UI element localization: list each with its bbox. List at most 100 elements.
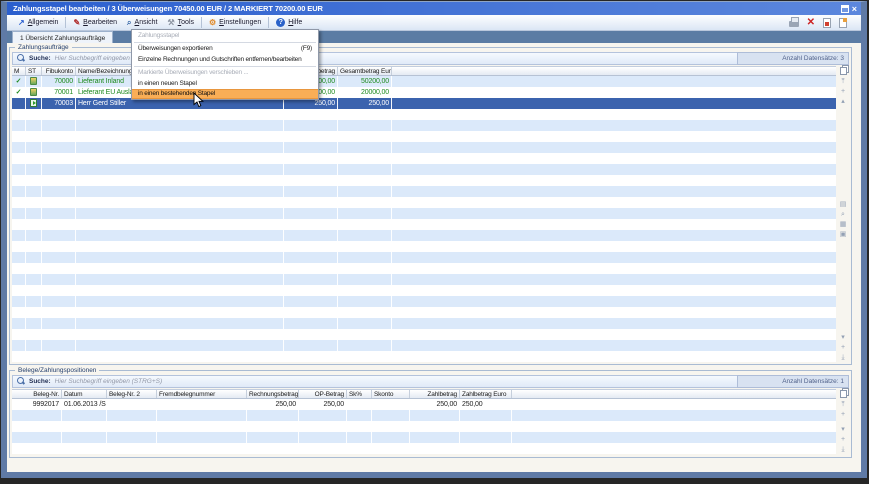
table-cell [62,443,107,454]
table-cell [392,153,836,164]
down-icon[interactable]: ▾ [841,425,845,435]
menubar-item-bearbeiten[interactable]: ✎Bearbeiten [68,18,122,28]
column-header-OP-Betrag[interactable]: OP-Betrag [299,390,347,398]
table-cell [12,164,26,175]
up-icon[interactable]: ▴ [841,97,845,107]
search-icon [17,54,26,63]
new-document-icon[interactable] [839,18,847,28]
column-header-Zahlbetrag[interactable]: Zahlbetrag [410,390,460,398]
empty-table-row[interactable] [12,307,836,318]
menubar-separator [268,17,269,28]
append-record-icon[interactable]: + [841,435,845,445]
table-cell [26,208,42,219]
menubar-item-allgemein[interactable]: ↗Allgemein [13,18,63,28]
table-cell [157,399,247,410]
empty-table-row[interactable] [12,219,836,230]
table-row[interactable]: 999201701.06.2013 /Sa250,00250,00250,002… [12,399,836,410]
table-cell [284,142,338,153]
print-icon[interactable] [789,21,799,27]
first-record-icon[interactable]: ⤒ [841,400,844,410]
column-header-Datum[interactable]: Datum [62,390,107,398]
close-window-icon[interactable]: × [852,5,857,13]
empty-table-row[interactable] [12,329,836,340]
first-record-icon[interactable]: ⤒ [841,77,844,87]
column-header-Beleg-Nr.[interactable]: Beleg-Nr. [12,390,62,398]
empty-table-row[interactable] [12,432,836,443]
empty-table-row[interactable] [12,274,836,285]
search-record-icon[interactable]: ⌕ [841,210,845,220]
menu-item-einzelne-rechnungen-und-gutschriften-entfernen-bearbeiten[interactable]: Einzelne Rechnungen und Gutschriften ent… [132,54,318,65]
table-cell [338,175,392,186]
empty-table-row[interactable] [12,131,836,142]
append-record-icon[interactable]: + [841,343,845,353]
column-header-Sk%[interactable]: Sk% [347,390,372,398]
empty-table-row[interactable] [12,318,836,329]
empty-table-row[interactable] [12,285,836,296]
menubar-item-einstellungen[interactable]: ⚙Einstellungen [204,18,266,28]
empty-table-row[interactable] [12,410,836,421]
last-record-icon[interactable]: ⤓ [841,353,844,363]
table-cell [76,208,284,219]
form-view-icon[interactable]: ▦ [840,220,847,230]
empty-table-row[interactable] [12,296,836,307]
column-header-M[interactable]: M [12,67,26,75]
tab-uebersicht-zahlungsauftraege[interactable]: 1 Übersicht Zahlungsaufträge [12,31,113,43]
column-header-Skonto[interactable]: Skonto [372,390,410,398]
menubar-item-tools[interactable]: ⚒Tools [162,18,199,28]
menu-item-überweisungen-exportieren[interactable]: Überweisungen exportieren(F9) [132,44,318,55]
empty-table-row[interactable] [12,443,836,454]
add-record-icon[interactable]: + [841,87,845,97]
positions-group: Belege/Zahlungspositionen Suche: Anzahl … [9,370,852,458]
table-cell [338,252,392,263]
empty-table-row[interactable] [12,142,836,153]
column-header-Fibukonto[interactable]: Fibukonto [42,67,76,75]
column-header-Gesamtbetrag Euro[interactable]: Gesamtbetrag Euro [338,67,392,75]
empty-table-row[interactable] [12,351,836,362]
copy-icon[interactable] [840,390,847,398]
menubar-item-hilfe[interactable]: ?Hilfe [271,17,307,28]
positions-search-input[interactable] [55,378,737,385]
empty-table-row[interactable] [12,197,836,208]
table-cell [410,443,460,454]
copy-icon[interactable] [840,67,847,75]
empty-table-row[interactable] [12,164,836,175]
delete-icon[interactable]: ✕ [807,18,815,28]
edit-document-icon[interactable] [823,18,831,28]
empty-table-row[interactable] [12,120,836,131]
column-header-Beleg-Nr. 2[interactable]: Beleg-Nr. 2 [107,390,157,398]
add-record-icon[interactable]: + [841,410,845,420]
table-cell [247,410,299,421]
empty-table-row[interactable] [12,186,836,197]
column-header-Rechnungsbetrag[interactable]: Rechnungsbetrag [247,390,299,398]
last-record-icon[interactable]: ⤓ [841,445,844,455]
table-cell [410,410,460,421]
down-icon[interactable]: ▾ [841,333,845,343]
table-cell [392,241,836,252]
table-cell [42,285,76,296]
empty-table-row[interactable] [12,340,836,351]
empty-table-row[interactable] [12,252,836,263]
list-view-icon[interactable]: ▤ [840,200,847,210]
empty-table-row[interactable] [12,263,836,274]
empty-table-row[interactable] [12,421,836,432]
menu-item-in-einen-bestehenden-stapel[interactable]: in einen bestehenden Stapel [132,89,318,100]
menu-item-in-einen-neuen-stapel[interactable]: in einen neuen Stapel [132,78,318,89]
column-header-ST[interactable]: ST [26,67,42,75]
empty-table-row[interactable] [12,153,836,164]
empty-table-row[interactable] [12,208,836,219]
empty-table-row[interactable] [12,230,836,241]
empty-table-row[interactable] [12,241,836,252]
empty-table-row[interactable] [12,175,836,186]
positions-search-row: Suche: Anzahl Datensätze: 1 [12,375,849,388]
restore-window-icon[interactable] [841,5,849,13]
table-cell [26,263,42,274]
column-header-Zahlbetrag Euro[interactable]: Zahlbetrag Euro [460,390,512,398]
table-cell [12,241,26,252]
table-cell [42,131,76,142]
column-header-Fremdbelegnummer[interactable]: Fremdbelegnummer [157,390,247,398]
menubar-item-ansicht[interactable]: ⌕Ansicht [122,18,162,28]
table-cell [247,421,299,432]
window-icon[interactable]: ▣ [840,230,847,240]
table-cell [284,197,338,208]
empty-table-row[interactable] [12,109,836,120]
